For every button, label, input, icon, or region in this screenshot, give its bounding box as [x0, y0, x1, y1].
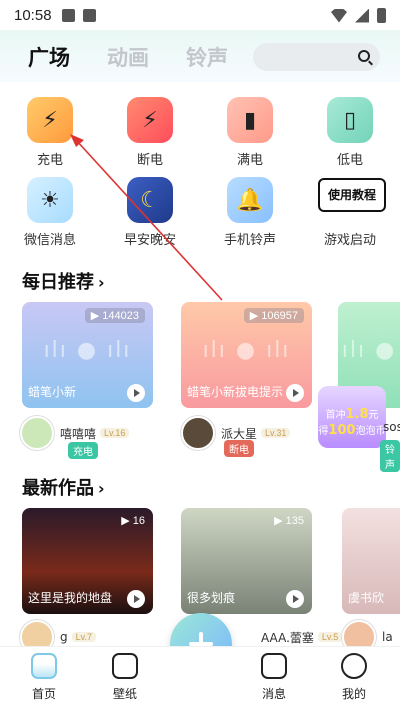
card-title: 蜡笔小新	[28, 385, 77, 399]
play-icon[interactable]	[286, 384, 304, 402]
level-badge: Lv.31	[261, 428, 291, 438]
level-badge: Lv.16	[100, 428, 130, 438]
promo-line: 得100泡泡币	[318, 423, 386, 438]
profile-icon	[341, 653, 367, 679]
work-title: 这里是我的地盘	[28, 591, 113, 605]
message-icon	[261, 653, 287, 679]
nav-messages[interactable]: 消息	[244, 653, 304, 702]
avatar[interactable]	[20, 416, 54, 450]
promo-badge[interactable]: 首冲1.8元 得100泡泡币	[318, 386, 386, 448]
work-card[interactable]: ▶ 135 很多划痕	[181, 508, 312, 614]
home-icon	[31, 653, 57, 679]
play-count: ▶ 144023	[84, 308, 145, 323]
play-count: ▶ 106957	[243, 308, 304, 323]
chevron-right-icon: ›	[98, 479, 105, 498]
play-icon[interactable]	[286, 590, 304, 608]
play-icon[interactable]	[127, 590, 145, 608]
nav-profile[interactable]: 我的	[324, 653, 384, 702]
daily-card[interactable]: ▶ 144023 ılı ● ılı 蜡笔小新	[22, 302, 153, 408]
avatar[interactable]	[181, 416, 215, 450]
play-count: ▶ 135	[274, 515, 304, 527]
category-tag: 铃声	[380, 440, 400, 472]
daily-section-title[interactable]: 每日推荐 ›	[22, 268, 105, 294]
work-title: 很多划痕	[187, 591, 236, 605]
daily-card[interactable]: ▶ 106957 ılı ● ılı 蜡笔小新拔电提示	[181, 302, 312, 408]
category-tag: 充电	[68, 442, 98, 459]
work-card[interactable]: 虞书欣	[342, 508, 400, 614]
nav-wallpaper[interactable]: 壁纸	[95, 653, 155, 702]
microphone-icon: ılı ● ılı	[202, 338, 291, 363]
microphone-icon: ılı ●	[341, 338, 397, 363]
chevron-right-icon: ›	[98, 273, 105, 292]
works-section-title[interactable]: 最新作品 ›	[22, 474, 105, 500]
card-title: 蜡笔小新拔电提示	[187, 385, 284, 399]
promo-line: 首冲1.8元	[325, 407, 379, 422]
level-badge: Lv.5	[317, 632, 343, 642]
work-title: 虞书欣	[348, 591, 385, 605]
play-icon[interactable]	[127, 384, 145, 402]
work-card[interactable]: ▶ 16 这里是我的地盘	[22, 508, 153, 614]
category-tag: 断电	[224, 440, 254, 457]
play-count: ▶ 16	[121, 515, 145, 527]
nav-home[interactable]: 首页	[14, 653, 74, 702]
microphone-icon: ılı ● ılı	[43, 338, 132, 363]
bottom-nav: 首页 壁纸 消息 我的	[0, 646, 400, 711]
level-badge: Lv.7	[71, 632, 96, 642]
house-icon	[112, 653, 138, 679]
card-author-name: soso	[383, 420, 400, 434]
